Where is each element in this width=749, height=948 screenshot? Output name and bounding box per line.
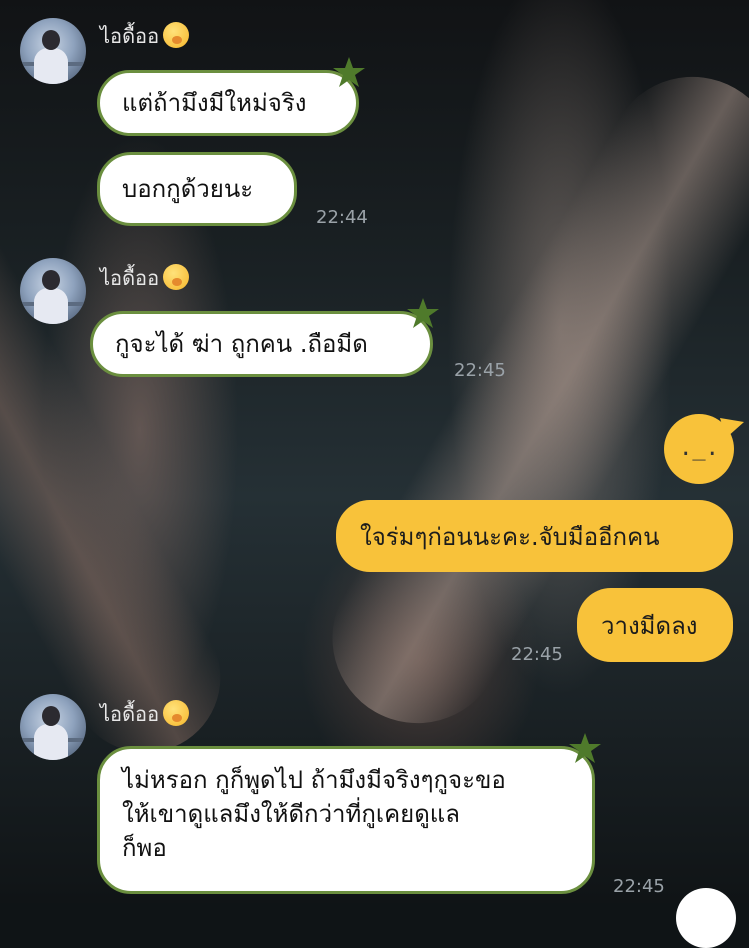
message-text: วางมีดลง — [601, 611, 698, 640]
shushing-face-icon — [163, 22, 190, 48]
sender-name: ไอดื้ออ — [100, 262, 190, 294]
message-text: แต่ถ้ามึงมีใหม่จริง — [122, 89, 307, 117]
sender-avatar[interactable] — [20, 694, 86, 760]
sparkle-star-icon — [407, 298, 439, 328]
sender-avatar[interactable] — [20, 18, 86, 84]
shushing-face-icon — [163, 264, 190, 290]
message-bubble[interactable]: บอกกูด้วยนะ — [97, 152, 297, 226]
sparkle-star-icon — [569, 733, 601, 763]
shushing-face-icon — [163, 700, 190, 726]
message-text: กูจะได้ ฆ่า ถูกคน .ถือมีด — [115, 330, 368, 358]
message-line: ให้เขาดูแลมึงให้ดีกว่าที่กูเคยดูแล — [122, 800, 460, 828]
message-bubble[interactable]: ไม่หรอก กูก็พูดไป ถ้ามึงมีจริงๆกูจะขอ ให… — [97, 746, 595, 894]
scroll-to-bottom-button[interactable] — [676, 888, 736, 948]
avatar-bubble-tail-icon — [720, 418, 744, 438]
my-message-bubble[interactable]: ใจร่มๆก่อนนะคะ.จับมืออีกคน — [336, 500, 733, 572]
sender-name: ไอดื้ออ — [100, 20, 190, 52]
message-line: ไม่หรอก กูก็พูดไป ถ้ามึงมีจริงๆกูจะขอ — [122, 766, 506, 794]
message-timestamp: 22:45 — [613, 876, 665, 897]
sender-name: ไอดื้ออ — [100, 698, 190, 730]
message-text: ใจร่มๆก่อนนะคะ.จับมืออีกคน — [360, 522, 660, 551]
my-message-bubble[interactable]: วางมีดลง — [577, 588, 733, 662]
sender-avatar[interactable] — [20, 258, 86, 324]
sparkle-star-icon — [333, 57, 365, 87]
message-timestamp: 22:45 — [511, 644, 563, 665]
message-text: บอกกูด้วยนะ — [122, 175, 254, 203]
message-line: ก็พอ — [122, 834, 167, 862]
message-bubble[interactable]: แต่ถ้ามึงมีใหม่จริง — [97, 70, 359, 136]
message-timestamp: 22:44 — [316, 207, 368, 228]
message-bubble[interactable]: กูจะได้ ฆ่า ถูกคน .ถือมีด — [90, 311, 433, 377]
message-timestamp: 22:45 — [454, 360, 506, 381]
